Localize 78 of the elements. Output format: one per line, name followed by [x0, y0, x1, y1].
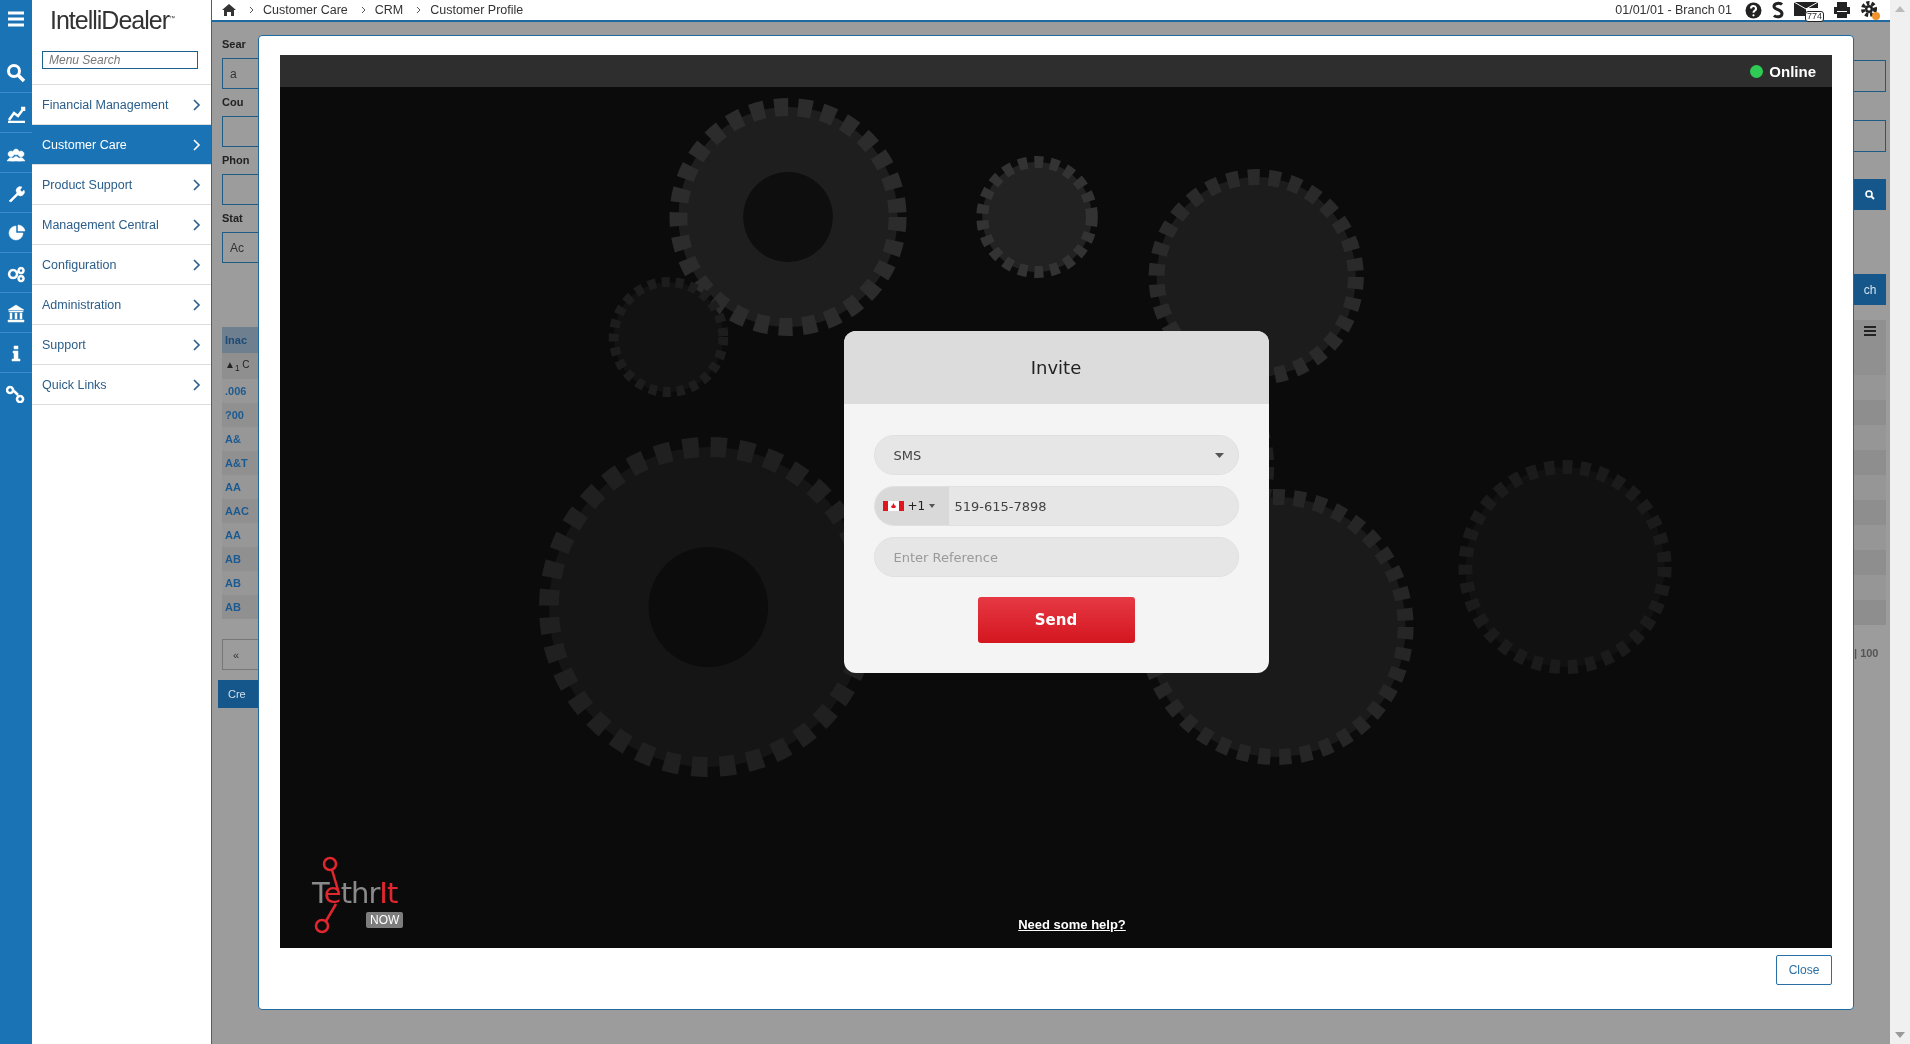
input-field — [1854, 120, 1886, 152]
app-logo: IntelliDealer$^{™}$ — [49, 5, 176, 36]
close-button[interactable]: Close — [1776, 955, 1832, 985]
chevron-icon — [193, 138, 201, 151]
print-icon[interactable] — [1833, 2, 1851, 18]
table-cell: ?00 — [222, 403, 258, 427]
chevron-icon — [360, 6, 366, 14]
table-cell: AA — [222, 475, 258, 499]
tethrit-logo: TethrIt NOW — [312, 856, 412, 936]
table-cell: AB — [222, 547, 258, 571]
table-row — [1854, 575, 1886, 600]
menu-item[interactable]: Configuration — [32, 245, 211, 285]
help-link[interactable]: Need some help? — [1018, 917, 1126, 932]
table-row — [1854, 550, 1886, 575]
chevron-icon — [193, 378, 201, 391]
field-label: Phon — [222, 154, 251, 166]
table-header: Inac — [222, 327, 258, 353]
menu-item[interactable]: Product Support — [32, 165, 211, 205]
gear-icon — [1860, 0, 1878, 18]
menu-item[interactable]: Quick Links — [32, 365, 211, 405]
menu-item-icon[interactable] — [6, 222, 26, 243]
currency-icon[interactable] — [1771, 1, 1785, 19]
country-code-select[interactable]: +1 — [874, 487, 949, 525]
breadcrumb-link[interactable]: Customer Care — [263, 3, 348, 17]
page-size-label: | 100 — [1854, 647, 1880, 659]
phone-field[interactable]: +1 519-615-7898 — [873, 486, 1239, 526]
settings-button[interactable] — [1860, 0, 1880, 20]
dialog-title: Invite — [1030, 357, 1082, 378]
method-select[interactable]: SMS — [873, 435, 1239, 475]
chevron-icon — [193, 98, 201, 111]
chevron-icon — [193, 218, 201, 231]
table-cell: .006 — [222, 379, 258, 403]
field-label: Sear — [222, 38, 247, 50]
chevron-icon — [416, 6, 422, 14]
sort-header: ▲$_{1}$ C — [222, 353, 258, 379]
table-cell: A& — [222, 427, 258, 451]
mail-button[interactable]: 774 — [1794, 0, 1824, 20]
menu-search-field[interactable]: Menu Search — [42, 51, 198, 69]
table-row — [1854, 475, 1886, 500]
search-icon[interactable] — [6, 63, 26, 83]
menu-item[interactable]: Administration — [32, 285, 211, 325]
table-row — [1854, 600, 1886, 625]
breadcrumb-link[interactable]: CRM — [374, 3, 404, 17]
send-button[interactable]: Send — [977, 597, 1135, 643]
table-row — [1854, 500, 1886, 525]
field-label: Stat — [222, 212, 244, 224]
dropdown-icon — [929, 504, 936, 508]
table-cell: AB — [222, 571, 258, 595]
table-cell: AAC — [222, 499, 258, 523]
table-row — [1854, 450, 1886, 475]
table-row — [1854, 425, 1886, 450]
menu-icon — [1864, 326, 1876, 336]
menu-icon[interactable] — [6, 9, 26, 29]
menu-item[interactable]: Management Central — [32, 205, 211, 245]
dropdown-icon — [1214, 452, 1224, 458]
home-icon[interactable] — [222, 4, 236, 16]
chevron-icon — [193, 178, 201, 191]
table-cell: A&T — [222, 451, 258, 475]
table-cell: AA — [222, 523, 258, 547]
menu-item[interactable]: Customer Care — [32, 125, 211, 165]
chevron-icon — [193, 338, 201, 351]
field-label: Cou — [222, 96, 245, 108]
breadcrumb-link[interactable]: Customer Profile — [430, 3, 524, 17]
search-icon — [1865, 189, 1875, 200]
chevron-icon — [249, 6, 254, 14]
help-icon[interactable] — [1745, 1, 1762, 19]
table-cell: AB — [222, 595, 258, 619]
reference-field[interactable]: Enter Reference — [873, 537, 1239, 577]
menu-item[interactable]: Support — [32, 325, 211, 365]
status-label: Online — [1769, 62, 1816, 80]
branch-label: 01/01/01 - Branch 01 — [1615, 3, 1732, 17]
table-row — [1854, 400, 1886, 425]
chevron-icon — [193, 298, 201, 311]
menu-item-icon[interactable] — [6, 302, 26, 323]
flag-icon — [882, 501, 904, 511]
input-field — [1854, 60, 1886, 92]
chevron-icon — [193, 258, 201, 271]
table-row — [1854, 525, 1886, 550]
